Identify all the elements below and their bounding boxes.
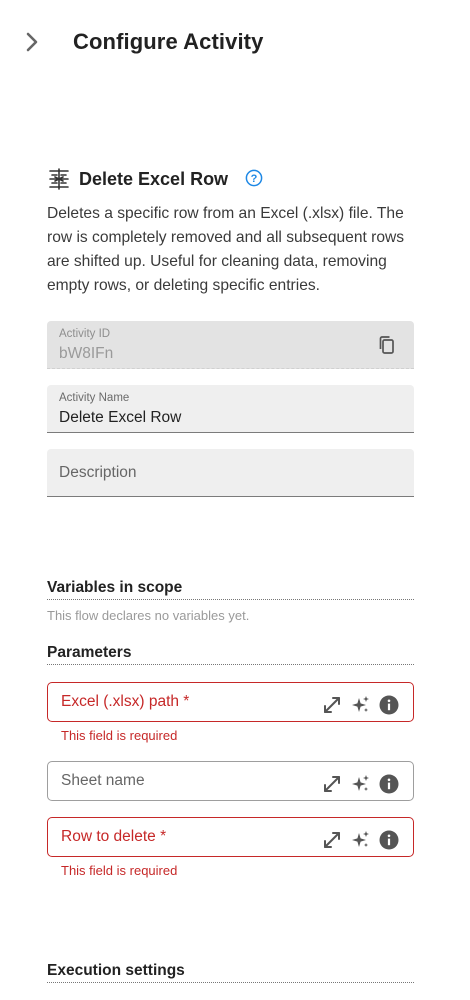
activity-name-label: Activity Name: [59, 392, 130, 404]
execution-section-title[interactable]: Execution settings: [47, 962, 185, 980]
help-circle-icon[interactable]: ?: [245, 169, 263, 187]
panel-header: Configure Activity: [0, 0, 470, 84]
variables-empty-text: This flow declares no variables yet.: [47, 608, 250, 623]
variables-section-title: Variables in scope: [47, 579, 183, 596]
activity-description: Deletes a specific row from an Excel (.x…: [47, 205, 405, 294]
param-label: Row to delete *: [61, 828, 167, 845]
description-placeholder: Description: [59, 464, 137, 481]
param-sheet-name[interactable]: Sheet name: [47, 761, 414, 801]
param-label: Excel (.xlsx) path *: [61, 693, 190, 710]
chevron-right-icon[interactable]: [22, 30, 44, 54]
activity-heading: Delete Excel Row ?: [47, 166, 417, 192]
param-label: Sheet name: [61, 772, 145, 789]
activity-id-value: bW8IFn: [59, 345, 114, 362]
section-divider: [47, 982, 414, 983]
section-divider: [47, 599, 414, 600]
sparkle-icon[interactable]: [351, 695, 371, 715]
delete-row-icon: [49, 168, 69, 190]
sparkle-icon[interactable]: [351, 774, 371, 794]
copy-icon[interactable]: [377, 335, 397, 355]
page-title: Configure Activity: [73, 29, 264, 54]
description-field[interactable]: Description: [47, 449, 414, 497]
param-excel-path[interactable]: Excel (.xlsx) path *: [47, 682, 414, 722]
info-icon[interactable]: [379, 774, 399, 794]
param-error-text: This field is required: [61, 863, 178, 878]
activity-id-field: Activity ID bW8IFn: [47, 321, 414, 369]
svg-text:?: ?: [251, 173, 258, 185]
expand-icon[interactable]: [322, 774, 342, 794]
param-error-text: This field is required: [61, 728, 178, 743]
expand-icon[interactable]: [322, 695, 342, 715]
sparkle-icon[interactable]: [351, 830, 371, 850]
info-icon[interactable]: [379, 830, 399, 850]
section-divider: [47, 664, 414, 665]
info-icon[interactable]: [379, 695, 399, 715]
activity-title: Delete Excel Row: [79, 169, 229, 189]
parameters-section-title: Parameters: [47, 644, 132, 661]
activity-name-field[interactable]: Activity Name Delete Excel Row: [47, 385, 414, 433]
activity-id-label: Activity ID: [59, 328, 111, 340]
expand-icon[interactable]: [322, 830, 342, 850]
param-row-to-delete[interactable]: Row to delete *: [47, 817, 414, 857]
activity-name-value: Delete Excel Row: [59, 409, 182, 426]
